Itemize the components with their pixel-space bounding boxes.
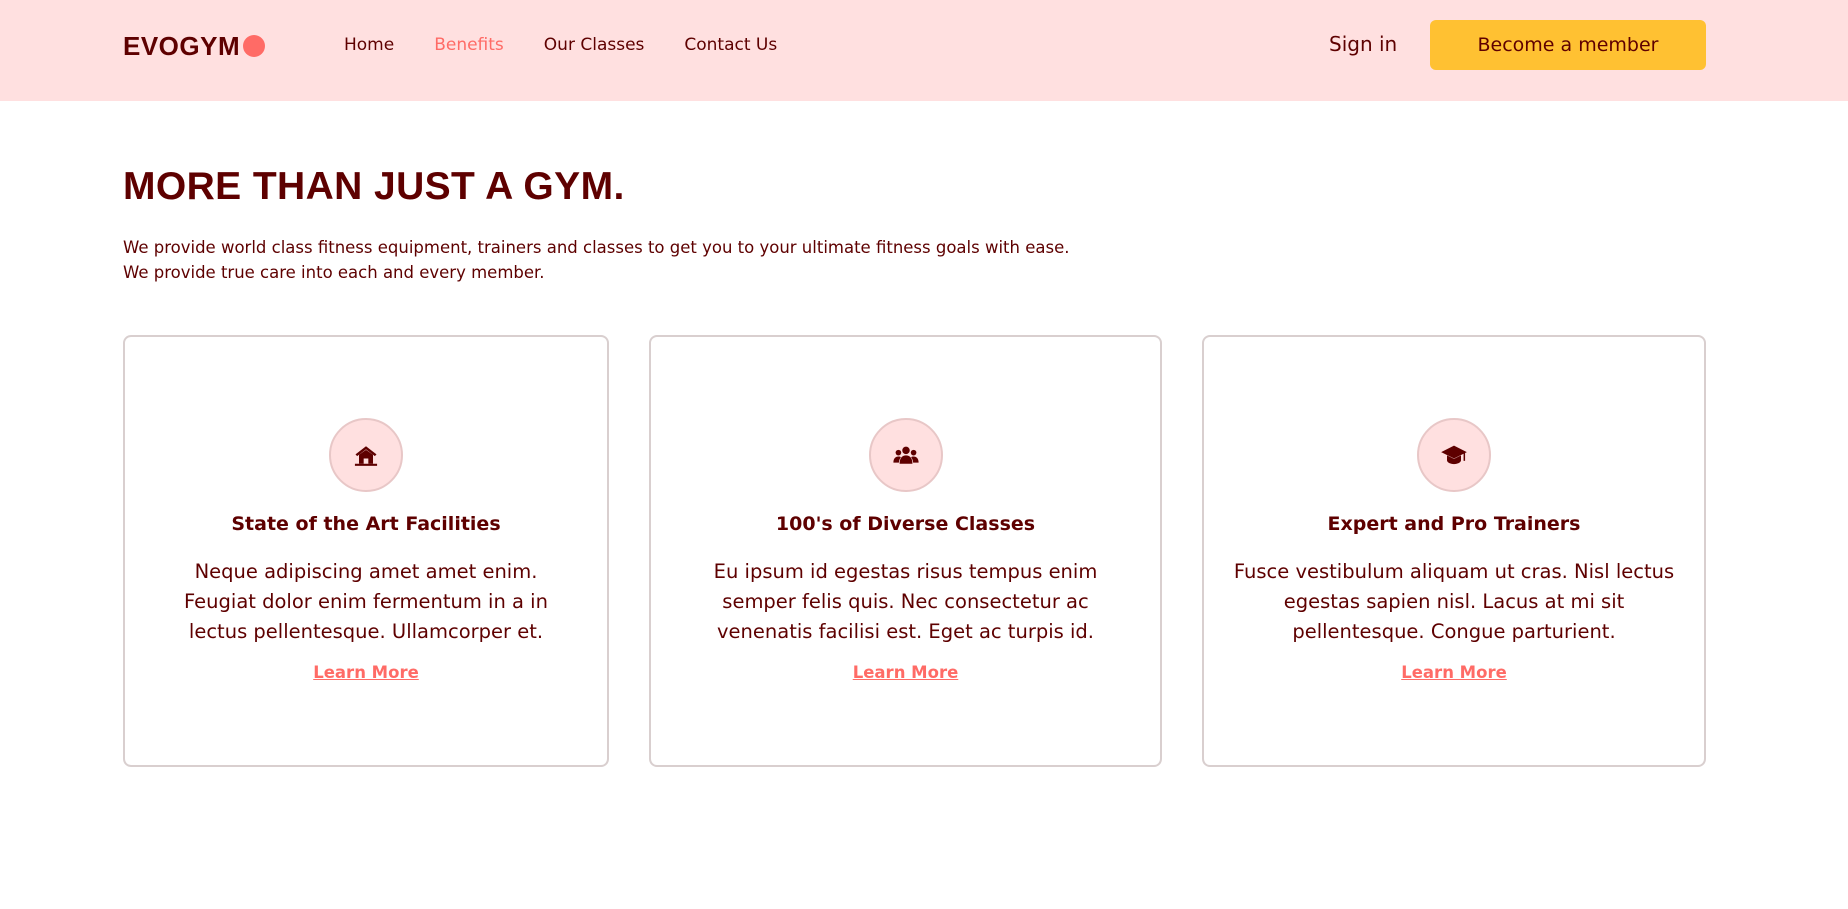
logo-text: EVOGYM	[123, 30, 241, 61]
card-title: State of the Art Facilities	[231, 513, 501, 535]
navbar: EVOGYM Home Benefits Our Classes Contact…	[0, 0, 1848, 101]
benefit-card-trainers: Expert and Pro Trainers Fusce vestibulum…	[1202, 335, 1706, 767]
nav-links: Home Benefits Our Classes Contact Us	[344, 33, 777, 57]
logo[interactable]: EVOGYM	[123, 30, 266, 61]
user-group-icon	[868, 418, 943, 492]
benefit-card-facilities: State of the Art Facilities Neque adipis…	[123, 335, 609, 767]
nav-link-our-classes[interactable]: Our Classes	[544, 35, 645, 55]
card-text: Eu ipsum id egestas risus tempus enim se…	[713, 560, 1098, 643]
nav-link-contact-us[interactable]: Contact Us	[684, 35, 777, 55]
card-title: Expert and Pro Trainers	[1327, 513, 1581, 535]
card-title: 100's of Diverse Classes	[775, 513, 1036, 535]
sign-in-link[interactable]: Sign in	[1329, 32, 1397, 58]
home-icon	[329, 418, 403, 492]
become-member-button[interactable]: Become a member	[1430, 20, 1706, 70]
card-text: Neque adipiscing amet amet enim. Feugiat…	[184, 560, 548, 643]
benefit-card-classes: 100's of Diverse Classes Eu ipsum id ege…	[649, 335, 1162, 767]
learn-more-link[interactable]: Learn More	[1204, 663, 1704, 682]
learn-more-link[interactable]: Learn More	[651, 663, 1160, 682]
card-text: Fusce vestibulum aliquam ut cras. Nisl l…	[1233, 560, 1675, 643]
section-description: We provide world class fitness equipment…	[123, 238, 1070, 282]
academic-cap-icon	[1417, 418, 1491, 492]
section-title: MORE THAN JUST A GYM.	[123, 165, 625, 208]
logo-dot-icon	[243, 35, 266, 57]
learn-more-link[interactable]: Learn More	[125, 663, 607, 682]
nav-link-home[interactable]: Home	[344, 35, 394, 55]
nav-link-benefits[interactable]: Benefits	[434, 35, 504, 55]
